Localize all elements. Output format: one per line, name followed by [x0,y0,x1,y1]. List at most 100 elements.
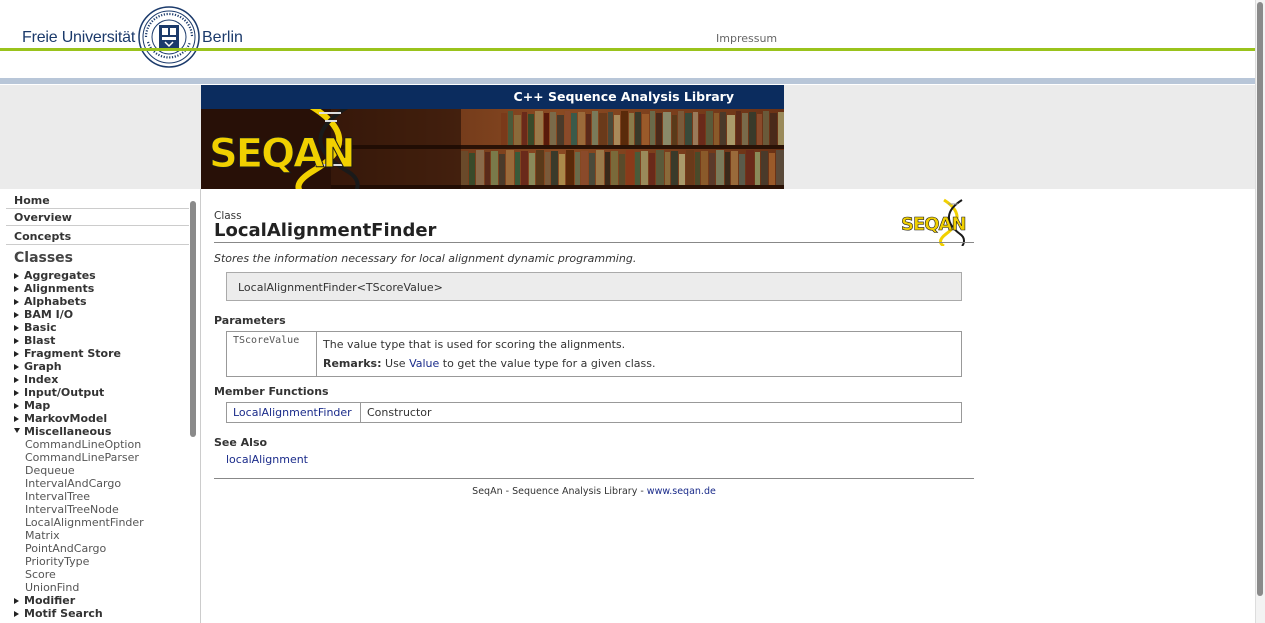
sidebar-group[interactable]: MarkovModel [14,412,189,425]
triangle-right-icon[interactable] [14,351,19,357]
sidebar-item[interactable]: CommandLineParser [14,451,189,464]
member-function-cell: LocalAlignmentFinder [226,402,361,423]
class-signature: LocalAlignmentFinder<TScoreValue> [226,272,962,301]
sidebar-item-label: Basic [24,321,57,334]
sidebar-item-label: Modifier [24,594,76,607]
header-blue-rule [0,78,1265,84]
sidebar-group[interactable]: Fragment Store [14,347,189,360]
parameters-heading: Parameters [214,314,286,327]
sidebar-item[interactable]: UnionFind [14,581,189,594]
page-title: LocalAlignmentFinder [214,220,437,241]
seqan-banner: C++ Sequence Analysis Library SEQAN [201,85,784,189]
triangle-right-icon[interactable] [14,403,19,409]
parameter-remarks: Remarks: Use Value to get the value type… [323,354,955,373]
title-divider [214,242,974,243]
triangle-right-icon[interactable] [14,299,19,305]
sidebar-item-label: Aggregates [24,269,96,282]
banner-area: C++ Sequence Analysis Library SEQAN [0,85,1255,189]
triangle-right-icon[interactable] [14,312,19,318]
footer-text: SeqAn - Sequence Analysis Library - [472,486,647,497]
banner-logo-text: SEQAN [209,131,354,177]
parameter-name: TScoreValue [226,331,317,377]
banner-title: C++ Sequence Analysis Library [201,85,784,109]
university-seal-icon[interactable] [138,6,200,68]
triangle-down-icon[interactable] [14,428,20,433]
nav-home[interactable]: Home [6,192,189,209]
table-row: TScoreValue The value type that is used … [226,331,962,377]
sidebar-group[interactable]: Basic [14,321,189,334]
parameter-description: The value type that is used for scoring … [316,331,962,377]
sidebar-item[interactable]: PriorityType [14,555,189,568]
parameter-description-text: The value type that is used for scoring … [323,338,626,351]
sidebar-group[interactable]: Index [14,373,189,386]
sidebar-group[interactable]: Modifier [14,594,189,607]
header-green-rule [0,48,1265,51]
table-row: LocalAlignmentFinder Constructor [226,402,962,423]
sidebar-item-label: IntervalAndCargo [25,477,122,490]
sidebar-scrollbar[interactable] [190,201,196,437]
sidebar-group[interactable]: Map [14,399,189,412]
see-also-link[interactable]: localAlignment [226,453,308,466]
sidebar-item-label: BAM I/O [24,308,74,321]
sidebar-item[interactable]: IntervalAndCargo [14,477,189,490]
sidebar-item-label: Index [24,373,59,386]
sidebar-item-label: Graph [24,360,62,373]
triangle-right-icon[interactable] [14,286,19,292]
sidebar-group[interactable]: Aggregates [14,269,189,282]
triangle-right-icon[interactable] [14,611,19,617]
triangle-right-icon[interactable] [14,273,19,279]
sidebar-item-label: Matrix [25,529,60,542]
remarks-post: to get the value type for a given class. [442,357,656,370]
sidebar-item-label: Motif Search [24,607,103,620]
sidebar-item[interactable]: Matrix [14,529,189,542]
sidebar-group[interactable]: Motif Search [14,607,189,620]
member-function-link[interactable]: LocalAlignmentFinder [233,406,352,419]
sidebar-group[interactable]: Graph [14,360,189,373]
sidebar-item-label: UnionFind [25,581,80,594]
seqan-logo-icon: SEQAN [901,198,967,246]
sidebar-group[interactable]: Alignments [14,282,189,295]
page-footer: SeqAn - Sequence Analysis Library - www.… [214,486,974,497]
value-link[interactable]: Value [409,357,439,370]
university-name-right: Berlin [202,29,243,46]
impressum-link[interactable]: Impressum [716,32,777,45]
sidebar-item[interactable]: CommandLineOption [14,438,189,451]
sidebar-group[interactable]: Input/Output [14,386,189,399]
remarks-label: Remarks: [323,357,382,370]
nav-overview[interactable]: Overview [6,209,189,226]
sidebar-item[interactable]: PointAndCargo [14,542,189,555]
sidebar-group[interactable]: Blast [14,334,189,347]
sidebar-group[interactable]: Miscellaneous [14,425,189,438]
sidebar-item-label: CommandLineOption [25,438,142,451]
triangle-right-icon[interactable] [14,416,19,422]
triangle-right-icon[interactable] [14,390,19,396]
sidebar-item-label: PriorityType [25,555,90,568]
sidebar-item-label: LocalAlignmentFinder [25,516,144,529]
svg-text:SEQAN: SEQAN [901,214,966,235]
sidebar-item-label: Input/Output [24,386,105,399]
page-scrollbar[interactable] [1257,2,1263,596]
sidebar-item[interactable]: Dequeue [14,464,189,477]
triangle-right-icon[interactable] [14,377,19,383]
nav-concepts[interactable]: Concepts [6,228,189,245]
triangle-right-icon[interactable] [14,325,19,331]
sidebar-item[interactable]: LocalAlignmentFinder [14,516,189,529]
sidebar-group[interactable]: BAM I/O [14,308,189,321]
sidebar-item-label: Dequeue [25,464,75,477]
triangle-right-icon[interactable] [14,598,19,604]
sidebar-item-label: IntervalTreeNode [25,503,119,516]
triangle-right-icon[interactable] [14,364,19,370]
university-name-left: Freie Universität [22,29,136,46]
triangle-right-icon[interactable] [14,338,19,344]
sidebar-group[interactable]: Alphabets [14,295,189,308]
sidebar-item[interactable]: IntervalTreeNode [14,503,189,516]
sidebar: Home Overview Concepts Classes Aggregate… [0,189,201,623]
member-functions-table: LocalAlignmentFinder Constructor [226,402,962,423]
parameters-table: TScoreValue The value type that is used … [226,331,962,377]
sidebar-item[interactable]: IntervalTree [14,490,189,503]
sidebar-item[interactable]: Score [14,568,189,581]
sidebar-item-label: IntervalTree [25,490,91,503]
sidebar-item-label: Blast [24,334,56,347]
footer-link[interactable]: www.seqan.de [647,486,716,497]
sidebar-item-label: CommandLineParser [25,451,139,464]
